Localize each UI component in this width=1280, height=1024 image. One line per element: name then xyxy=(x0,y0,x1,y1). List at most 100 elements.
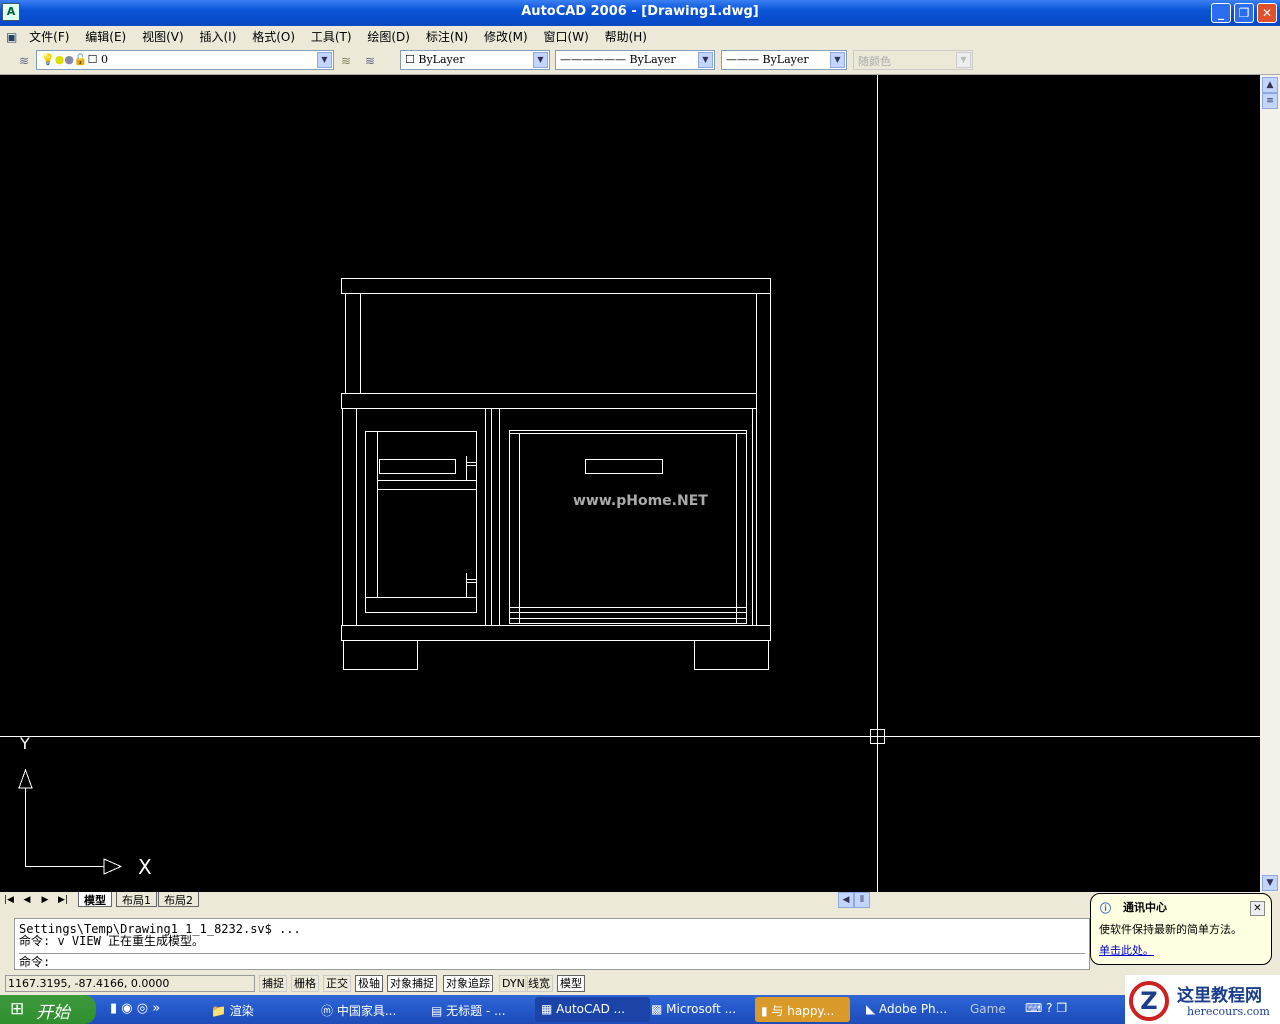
layer-manager-icon[interactable]: ≋ xyxy=(16,53,32,69)
game-toolbar[interactable]: Game xyxy=(970,1002,1006,1016)
tab-layout2[interactable]: 布局2 xyxy=(158,892,199,907)
lightbulb-icon: 💡 xyxy=(41,53,55,66)
scroll-thumb[interactable]: ≡ xyxy=(1262,93,1278,109)
task-excel[interactable]: ▩ Microsoft ... xyxy=(645,997,760,1022)
menu-format[interactable]: 格式(O) xyxy=(246,26,301,47)
last-tab-button[interactable]: ▶| xyxy=(56,893,70,907)
menu-view[interactable]: 视图(V) xyxy=(136,26,190,47)
layer-previous-icon[interactable]: ≋ xyxy=(362,53,378,69)
left-leg xyxy=(343,640,418,670)
menu-window[interactable]: 窗口(W) xyxy=(538,26,595,47)
top-board xyxy=(341,278,771,294)
lineweight-toggle[interactable]: 线宽 xyxy=(525,975,553,992)
color-dropdown[interactable]: ☐ ByLayer ▼ xyxy=(400,50,550,70)
logo-name: 这里教程网 xyxy=(1177,986,1262,1006)
balloon-text: 使软件保持最新的简单方法。 xyxy=(1099,923,1242,936)
document-icon[interactable]: ▣ xyxy=(0,28,19,46)
crosshair-cursor xyxy=(0,75,1260,892)
menu-file[interactable]: 文件(F) xyxy=(23,26,75,47)
menu-edit[interactable]: 编辑(E) xyxy=(79,26,132,47)
minimize-button[interactable]: _ xyxy=(1211,3,1231,23)
task-chat[interactable]: ▮ 与 happy... xyxy=(755,997,850,1022)
title-bar: A AutoCAD 2006 - [Drawing1.dwg] _ ❐ ✕ xyxy=(0,0,1280,26)
balloon-close-button[interactable]: ✕ xyxy=(1250,901,1265,916)
menu-insert[interactable]: 插入(I) xyxy=(193,26,242,47)
folder-icon: 📁 xyxy=(211,1004,230,1018)
menu-tools[interactable]: 工具(T) xyxy=(305,26,358,47)
horizontal-scroll-thumb[interactable]: ⦀ xyxy=(854,892,870,908)
lock-icon: 🔓 xyxy=(73,53,88,66)
right-drawer xyxy=(509,430,747,624)
chevron-down-icon[interactable]: ▼ xyxy=(698,52,713,68)
plotstyle-dropdown: 随颜色 ▼ xyxy=(853,50,973,70)
tray-icons[interactable]: ⌨ ? ❐ xyxy=(1025,1001,1067,1015)
command-input[interactable]: 命令: xyxy=(19,953,1085,968)
ortho-toggle[interactable]: 正交 xyxy=(323,975,351,992)
otrack-toggle[interactable]: 对象追踪 xyxy=(443,975,493,992)
scroll-up-button[interactable]: ▲ xyxy=(1262,77,1278,93)
logo-z-icon: Z xyxy=(1129,981,1169,1021)
task-autocad[interactable]: ▦ AutoCAD ... xyxy=(535,997,650,1022)
task-furniture-browser[interactable]: ⓜ 中国家具... xyxy=(315,997,430,1022)
balloon-link[interactable]: 单击此处。 xyxy=(1099,944,1154,957)
ucs-x-label: X xyxy=(138,855,152,879)
close-button[interactable]: ✕ xyxy=(1257,3,1277,23)
lineweight-value: ByLayer xyxy=(762,53,809,66)
make-current-layer-icon[interactable]: ≋ xyxy=(338,53,354,69)
info-icon: ⓘ xyxy=(1100,902,1111,915)
freeze-icon: ● xyxy=(64,53,74,66)
menu-dimension[interactable]: 标注(N) xyxy=(420,26,474,47)
restore-button[interactable]: ❐ xyxy=(1234,3,1254,23)
chevron-down-icon[interactable]: ▼ xyxy=(830,52,845,68)
grid-toggle[interactable]: 栅格 xyxy=(291,975,319,992)
drawing-canvas[interactable]: Y X www.pHome.NET xyxy=(0,75,1260,892)
quick-launch-icons[interactable]: ▮ ◉ ◎ » xyxy=(110,1001,160,1016)
window-title: AutoCAD 2006 - [Drawing1.dwg] xyxy=(521,4,759,19)
start-button[interactable]: ⊞ 开始 xyxy=(0,995,96,1024)
layer-dropdown[interactable]: 💡●●🔓☐ 0 ▼ xyxy=(36,50,334,70)
task-label: Adobe Ph... xyxy=(879,1002,948,1016)
menu-draw[interactable]: 绘图(D) xyxy=(361,26,416,47)
chevron-down-icon[interactable]: ▼ xyxy=(317,52,332,68)
task-notepad[interactable]: ▤ 无标题 - ... xyxy=(425,997,540,1022)
coordinates-readout: 1167.3195, -87.4166, 0.0000 xyxy=(5,975,255,992)
middle-shelf xyxy=(341,393,757,409)
snap-toggle[interactable]: 捕捉 xyxy=(259,975,287,992)
command-history-line: 命令: v VIEW 正在重生成模型。 xyxy=(19,934,205,948)
cabinet-drawing xyxy=(341,278,771,670)
left-door-handle xyxy=(379,459,456,474)
command-prompt: 命令: xyxy=(19,955,51,969)
tab-layout1[interactable]: 布局1 xyxy=(116,892,157,907)
linetype-dropdown[interactable]: —————— ByLayer ▼ xyxy=(555,50,715,70)
command-window[interactable]: Settings\Temp\Drawing1_1_1_8232.sv$ ... … xyxy=(14,918,1090,970)
menu-bar: ▣ 文件(F) 编辑(E) 视图(V) 插入(I) 格式(O) 工具(T) 绘图… xyxy=(0,26,1280,68)
chevron-down-icon: ▼ xyxy=(956,52,971,68)
taskbar: ⊞ 开始 ▮ ◉ ◎ » 📁 渲染 ⓜ 中国家具... ▤ 无标题 - ... ▦… xyxy=(0,995,1280,1024)
menu-help[interactable]: 帮助(H) xyxy=(599,26,653,47)
task-photoshop[interactable]: ◣ Adobe Ph... xyxy=(860,997,950,1022)
left-door xyxy=(365,431,477,613)
task-label: 与 happy... xyxy=(771,1004,835,1018)
chevron-down-icon[interactable]: ▼ xyxy=(533,52,548,68)
drawer-handle xyxy=(585,459,663,474)
lineweight-dropdown[interactable]: ——— ByLayer ▼ xyxy=(721,50,847,70)
task-label: AutoCAD ... xyxy=(556,1002,626,1016)
model-toggle[interactable]: 模型 xyxy=(557,975,585,992)
scroll-left-button[interactable]: ◀ xyxy=(838,892,854,908)
menu-modify[interactable]: 修改(M) xyxy=(478,26,534,47)
first-tab-button[interactable]: |◀ xyxy=(2,893,16,907)
layer-name: 0 xyxy=(100,53,108,66)
task-label: 中国家具... xyxy=(336,1004,397,1018)
next-tab-button[interactable]: ▶ xyxy=(38,893,52,907)
polar-toggle[interactable]: 极轴 xyxy=(355,975,383,992)
dyn-toggle[interactable]: DYN xyxy=(499,975,528,992)
task-label: 无标题 - ... xyxy=(446,1004,506,1018)
scroll-down-button[interactable]: ▼ xyxy=(1262,875,1278,891)
vertical-scrollbar[interactable]: ▲ ≡ ▼ xyxy=(1260,75,1280,892)
prev-tab-button[interactable]: ◀ xyxy=(20,893,34,907)
plotstyle-value: 随颜色 xyxy=(858,55,891,68)
windows-logo-icon: ⊞ xyxy=(10,999,25,1019)
tab-model[interactable]: 模型 xyxy=(78,892,112,907)
task-render[interactable]: 📁 渲染 xyxy=(205,997,320,1022)
osnap-toggle[interactable]: 对象捕捉 xyxy=(387,975,437,992)
